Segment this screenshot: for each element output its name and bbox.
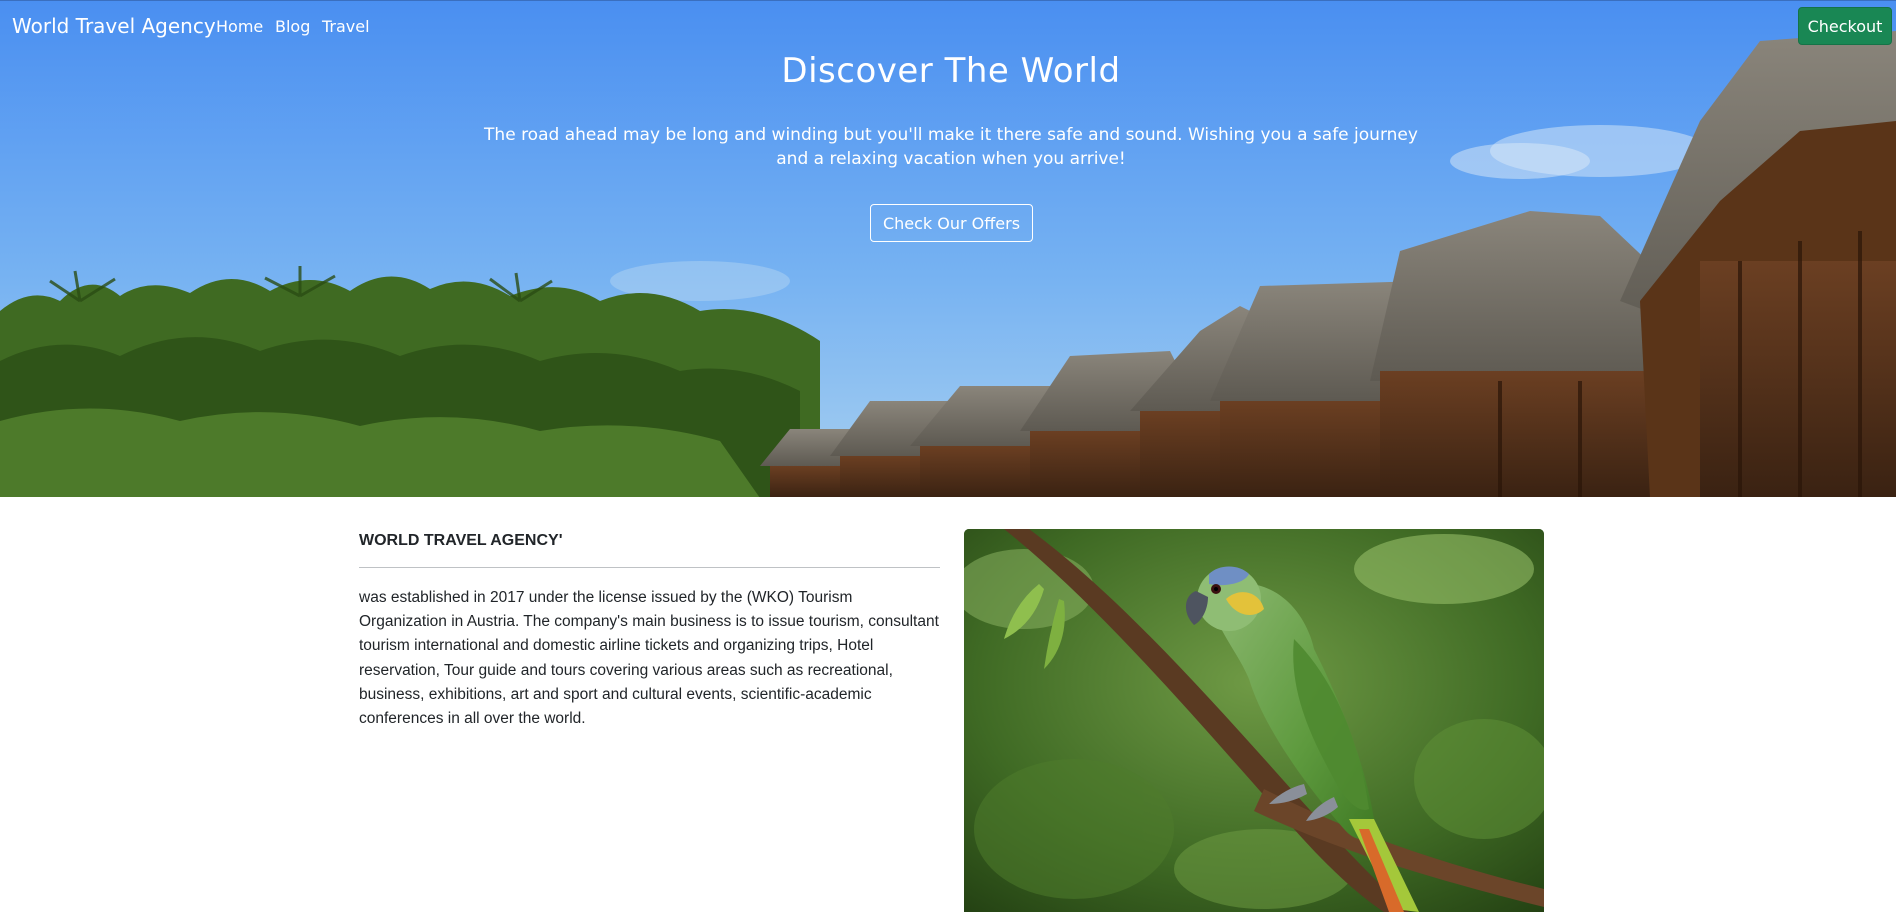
top-navbar: World Travel Agency Home Blog Travel Che… [0, 1, 1896, 53]
about-divider [359, 567, 940, 568]
nav-link-travel[interactable]: Travel [322, 17, 370, 36]
about-heading: WORLD TRAVEL AGENCY' [359, 532, 563, 549]
parrot-image [964, 529, 1544, 912]
hero-title: Discover The World [781, 51, 1121, 91]
check-offers-button[interactable]: Check Our Offers [870, 204, 1033, 242]
nav-link-blog[interactable]: Blog [275, 17, 310, 36]
about-description: was established in 2017 under the licens… [359, 589, 939, 728]
hero-banner: World Travel Agency Home Blog Travel Che… [0, 0, 1896, 497]
checkout-button[interactable]: Checkout [1798, 7, 1892, 45]
nav-link-home[interactable]: Home [216, 17, 263, 36]
brand-link[interactable]: World Travel Agency [12, 14, 216, 38]
hero-subtitle: The road ahead may be long and winding b… [484, 125, 1418, 169]
parrot-illustration [964, 529, 1544, 912]
